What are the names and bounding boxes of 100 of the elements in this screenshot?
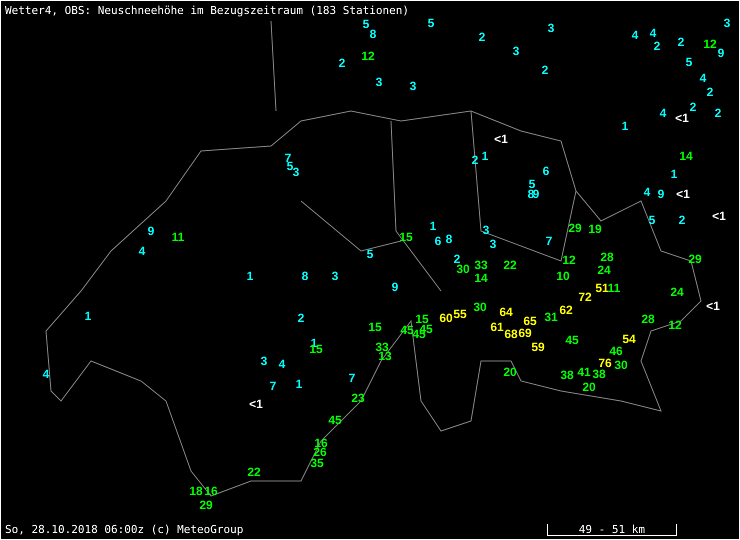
snow-value: 7 [270, 380, 276, 392]
snow-value: 2 [714, 107, 722, 119]
snow-value: 35 [310, 457, 324, 469]
snow-value: 6 [434, 235, 442, 247]
snow-value: 9 [392, 281, 398, 293]
snow-value: 2 [478, 31, 486, 43]
snow-value: 3 [512, 45, 520, 57]
snow-value: 45 [400, 324, 414, 336]
snow-value: 68 [504, 328, 518, 340]
snow-value: 3 [724, 17, 730, 29]
snow-value: 8 [528, 188, 534, 200]
snow-value: <1 [676, 188, 690, 200]
snow-value: 9 [658, 188, 664, 200]
snow-value: 1 [84, 310, 92, 322]
snow-value: 16 [314, 437, 328, 449]
snow-value: 3 [548, 22, 554, 34]
snow-value: 20 [503, 366, 517, 378]
snow-value: 30 [456, 263, 470, 275]
snow-value: 33 [474, 259, 488, 271]
snow-value: <1 [494, 133, 508, 145]
snow-value: 46 [609, 345, 623, 357]
snow-value: 22 [247, 466, 261, 478]
snow-value: <1 [706, 300, 720, 312]
snow-value: 5 [428, 17, 434, 29]
snow-value: 3 [490, 238, 496, 250]
snow-value: 4 [700, 72, 706, 84]
snow-value: 16 [204, 485, 218, 497]
snow-value: 8 [446, 233, 452, 245]
snow-value: 2 [338, 57, 346, 69]
snow-value: 4 [42, 368, 50, 380]
snow-value: 30 [614, 359, 628, 371]
snow-value: 72 [578, 291, 592, 303]
snow-value: 29 [688, 253, 702, 265]
snow-value: 1 [430, 220, 436, 232]
snow-value: 4 [650, 27, 656, 39]
snow-value: 3 [260, 355, 268, 367]
snow-value: 14 [474, 272, 488, 284]
snow-value: 2 [454, 253, 460, 265]
snow-value: 19 [588, 223, 602, 235]
snow-value: 1 [670, 168, 678, 180]
snow-value: 9 [532, 188, 540, 200]
snow-value: 5 [686, 56, 692, 68]
snow-value: 45 [328, 414, 342, 426]
snow-value: 8 [370, 28, 376, 40]
snow-value: 9 [148, 225, 154, 237]
snow-value: 38 [560, 369, 574, 381]
snow-value: 12 [703, 38, 717, 50]
snow-value: 30 [473, 301, 487, 313]
snow-value: 24 [597, 264, 611, 276]
snow-value: 2 [678, 214, 686, 226]
snow-value: 64 [499, 306, 513, 318]
snow-value: 12 [361, 50, 375, 62]
snow-value: 10 [556, 270, 570, 282]
snow-value: 1 [622, 120, 628, 132]
snow-value: 2 [472, 154, 478, 166]
snow-value: 60 [439, 312, 453, 324]
snow-value: 5 [366, 248, 374, 260]
snow-value: 18 [189, 485, 203, 497]
snow-value: 4 [660, 107, 666, 119]
snow-value: 4 [138, 245, 146, 257]
snow-value: 3 [410, 80, 416, 92]
snow-value: 13 [378, 350, 392, 362]
snow-value: 23 [351, 392, 365, 404]
snow-value: 3 [332, 270, 338, 282]
snow-value: 29 [568, 222, 582, 234]
snow-value: 65 [523, 315, 537, 327]
snow-value: 2 [690, 101, 696, 113]
snow-value: 28 [600, 251, 614, 263]
snow-value: 4 [632, 29, 638, 41]
snow-value: 15 [415, 313, 429, 325]
snow-value: 31 [544, 311, 558, 323]
snow-value: 29 [199, 499, 213, 511]
snow-value: 2 [654, 40, 660, 52]
snow-value: 51 [595, 282, 609, 294]
snow-value: 69 [518, 327, 532, 339]
snow-value: 59 [531, 341, 545, 353]
snow-value: 7 [348, 372, 356, 384]
snow-value: 26 [313, 446, 327, 458]
snow-value: 61 [490, 321, 504, 333]
timestamp-credit: So, 28.10.2018 06:00z (c) MeteoGroup [5, 523, 244, 536]
snow-value: 28 [641, 313, 655, 325]
snow-value: 76 [598, 357, 612, 369]
snow-value: 2 [678, 36, 684, 48]
snow-value: 4 [278, 358, 286, 370]
snow-value: 11 [608, 282, 620, 294]
snow-value: 9 [718, 47, 724, 59]
snow-value: 7 [546, 235, 552, 247]
snow-value: 20 [582, 381, 596, 393]
snow-value: 1 [482, 150, 488, 162]
snow-value: 41 [577, 366, 591, 378]
snow-value: 11 [172, 231, 184, 243]
snow-value: 3 [292, 166, 300, 178]
map-title: Wetter4, OBS: Neuschneehöhe im Bezugszeitraum (183 Stationen) [4, 3, 410, 17]
snow-value: 12 [562, 254, 576, 266]
snow-value: 62 [559, 304, 573, 316]
snow-value: 2 [706, 86, 714, 98]
snow-value: 24 [670, 286, 684, 298]
snow-value: 5 [362, 18, 370, 30]
snow-value: 8 [302, 270, 308, 282]
snow-value: 3 [376, 76, 382, 88]
